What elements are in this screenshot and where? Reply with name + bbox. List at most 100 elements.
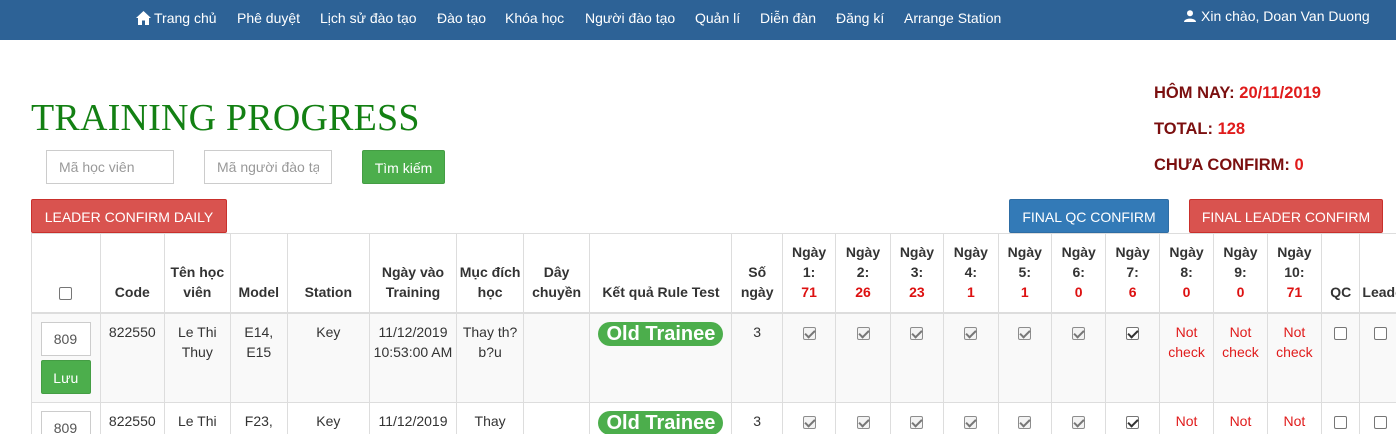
cell-qc	[1321, 312, 1361, 403]
qc-checkbox[interactable]	[1334, 415, 1348, 429]
day-count: 26	[855, 284, 871, 300]
cell-purpose: Thay th? b?u	[456, 312, 524, 403]
day-count: 23	[909, 284, 925, 300]
row-id-input[interactable]	[40, 322, 91, 356]
stat-today: HÔM NAY: 20/11/2019	[1154, 84, 1321, 120]
user-greeting-text: Xin chào, Doan Van Duong	[1201, 8, 1370, 24]
day-label: Ngày 4:	[953, 244, 988, 280]
stat-unconfirmed-label: CHƯA CONFIRM:	[1154, 156, 1290, 174]
col-line: Dây chuyền	[522, 233, 591, 314]
nav-item-register[interactable]: Đăng kí	[836, 10, 884, 26]
day-count: 0	[1074, 284, 1083, 300]
day-count: 71	[1286, 284, 1303, 300]
day-checkbox[interactable]	[1126, 415, 1140, 429]
day-checkbox	[802, 415, 816, 429]
stat-unconfirmed-value: 0	[1294, 156, 1304, 174]
cell-day-9: Not	[1213, 402, 1268, 434]
day-label: Ngày 1:	[791, 244, 827, 280]
col-day-5: Ngày 5: 1	[997, 233, 1052, 314]
day-label: Ngày 8:	[1169, 244, 1204, 280]
cell-day-6	[1050, 402, 1107, 434]
qc-checkbox[interactable]	[1334, 326, 1348, 340]
day-checkbox	[856, 415, 870, 429]
col-training-date: Ngày vào Training	[368, 233, 458, 314]
nav-item-training-history[interactable]: Lịch sử đào tạo	[320, 10, 417, 26]
nav-item-approval[interactable]: Phê duyệt	[237, 10, 300, 26]
select-all-checkbox[interactable]	[59, 286, 73, 300]
day-checkbox	[1018, 415, 1032, 429]
trainer-code-input[interactable]	[204, 150, 332, 184]
rule-test-badge: Old Trainee	[598, 411, 724, 434]
cell-day-4	[943, 312, 999, 403]
nav-item-courses[interactable]: Khóa học	[505, 10, 564, 26]
row-id-input[interactable]	[40, 411, 91, 434]
trainee-code-input[interactable]	[46, 150, 174, 184]
stat-today-label: HÔM NAY:	[1154, 84, 1235, 102]
cell-days: 3	[731, 312, 783, 403]
col-rule-test: Kết quả Rule Test	[589, 233, 733, 314]
nav-item-home[interactable]: Trang chủ	[136, 10, 217, 26]
rule-test-badge: Old Trainee	[598, 322, 724, 346]
save-button[interactable]: Lưu	[40, 360, 91, 394]
day-checkbox	[964, 415, 978, 429]
cell-day-10: Not check	[1266, 312, 1323, 403]
day-label: Ngày 7:	[1115, 244, 1150, 280]
day-checkbox	[964, 326, 978, 340]
final-leader-confirm-button[interactable]: FINAL LEADER CONFIRM	[1189, 199, 1383, 233]
day-label: Ngày 5:	[1007, 244, 1042, 280]
user-greeting[interactable]: Xin chào, Doan Van Duong	[1184, 8, 1370, 24]
nav-item-arrange-station[interactable]: Arrange Station	[904, 10, 1001, 26]
col-day-4: Ngày 4: 1	[943, 233, 999, 314]
cell-day-2	[835, 402, 891, 434]
nav-item-trainers[interactable]: Người đào tạo	[585, 10, 675, 26]
col-day-6: Ngày 6: 0	[1050, 233, 1107, 314]
training-table-container[interactable]: Code Tên học viên Model Station Ngày vào…	[31, 233, 1396, 434]
leader-checkbox[interactable]	[1374, 326, 1388, 340]
day-label: Ngày 2:	[845, 244, 881, 280]
page-title: TRAINING PROGRESS	[31, 97, 420, 139]
cell-station: Key	[287, 402, 370, 434]
table-header-row: Code Tên học viên Model Station Ngày vào…	[31, 233, 1396, 314]
day-count: 0	[1182, 284, 1191, 300]
cell-training-date: 11/12/2019 10:53:00 AM	[368, 312, 458, 403]
day-checkbox	[856, 326, 870, 340]
cell-day-8: Not check	[1158, 312, 1215, 403]
search-button[interactable]: Tìm kiếm	[362, 150, 445, 184]
nav-item-manage[interactable]: Quản lí	[695, 10, 740, 26]
home-icon	[136, 11, 151, 25]
col-day-8: Ngày 8: 0	[1158, 233, 1215, 314]
day-count: 1	[1020, 284, 1029, 300]
cell-leader	[1359, 402, 1396, 434]
cell-code: 822550	[99, 312, 166, 403]
day-checkbox	[910, 326, 924, 340]
stat-total-label: TOTAL:	[1154, 120, 1213, 138]
cell-day-3	[889, 402, 945, 434]
cell-day-10: Not	[1266, 402, 1323, 434]
final-qc-confirm-button[interactable]: FINAL QC CONFIRM	[1009, 199, 1169, 233]
table-row: 822550 Le Thi F23, Key 11/12/2019 Thay O…	[31, 402, 1396, 434]
day-label: Ngày 9:	[1223, 244, 1258, 280]
day-count: 6	[1128, 284, 1137, 300]
col-leader: Leader	[1359, 233, 1396, 314]
top-navbar: Trang chủ Phê duyệt Lịch sử đào tạo Đào …	[0, 0, 1396, 40]
nav-item-forum[interactable]: Diễn đàn	[760, 10, 816, 26]
col-day-2: Ngày 2: 26	[835, 233, 891, 314]
cell-line	[522, 402, 591, 434]
cell-day-9: Not check	[1213, 312, 1268, 403]
cell-code: 822550	[99, 402, 166, 434]
cell-day-1	[781, 312, 837, 403]
leader-checkbox[interactable]	[1374, 415, 1388, 429]
stat-today-value: 20/11/2019	[1239, 84, 1321, 102]
cell-day-5	[997, 402, 1052, 434]
day-count: 71	[801, 284, 817, 300]
day-label: Ngày 6:	[1061, 244, 1096, 280]
leader-confirm-daily-button[interactable]: LEADER CONFIRM DAILY	[31, 199, 227, 233]
day-checkbox[interactable]	[1126, 326, 1140, 340]
cell-training-date: 11/12/2019	[368, 402, 458, 434]
cell-day-4	[943, 402, 999, 434]
day-count: 1	[966, 284, 975, 300]
day-checkbox	[910, 415, 924, 429]
cell-station: Key	[287, 312, 370, 403]
cell-day-7	[1105, 402, 1160, 434]
nav-item-training[interactable]: Đào tạo	[437, 10, 486, 26]
